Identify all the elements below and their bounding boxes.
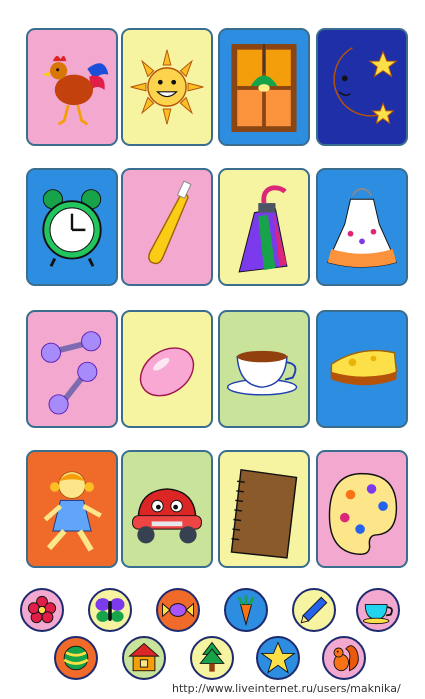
alarm-clock-icon bbox=[42, 189, 102, 267]
token-butterfly bbox=[88, 588, 132, 632]
token-cup bbox=[356, 588, 400, 632]
card-window bbox=[218, 28, 310, 146]
card-palette bbox=[316, 450, 408, 568]
token-carrot bbox=[224, 588, 268, 632]
card-teacup bbox=[218, 310, 310, 428]
token-candy bbox=[156, 588, 200, 632]
card-moon bbox=[316, 28, 408, 146]
toothpaste-icon bbox=[238, 185, 288, 273]
flower-icon bbox=[27, 595, 57, 624]
notebook-icon bbox=[230, 468, 298, 559]
sun-icon bbox=[130, 49, 204, 125]
card-sun bbox=[121, 28, 213, 146]
card-notebook bbox=[218, 450, 310, 568]
card-toothpaste bbox=[218, 168, 310, 286]
card-toothbrush bbox=[121, 168, 213, 286]
token-ball bbox=[54, 636, 98, 680]
window-icon bbox=[231, 43, 297, 132]
card-dumbbell bbox=[26, 310, 118, 428]
card-alarm-clock bbox=[26, 168, 118, 286]
squirrel-icon bbox=[333, 645, 359, 672]
cheese-icon bbox=[330, 349, 398, 386]
palette-icon bbox=[328, 472, 398, 555]
toothbrush-icon bbox=[148, 180, 192, 265]
token-flower bbox=[20, 588, 64, 632]
butterfly-icon bbox=[95, 598, 125, 622]
card-cheese bbox=[316, 310, 408, 428]
card-soap bbox=[121, 310, 213, 428]
ball-icon bbox=[63, 645, 89, 671]
soap-icon bbox=[139, 347, 195, 397]
card-girl bbox=[26, 450, 118, 568]
watermark-url: http://www.liveinternet.ru/users/maknika… bbox=[172, 682, 401, 695]
card-rooster bbox=[26, 28, 118, 146]
token-house bbox=[122, 636, 166, 680]
card-apron bbox=[316, 168, 408, 286]
card-car bbox=[121, 450, 213, 568]
car-icon bbox=[132, 488, 202, 544]
pencil-icon bbox=[300, 596, 328, 624]
carrot-icon bbox=[237, 595, 255, 627]
tree-icon bbox=[199, 641, 225, 672]
cup-icon bbox=[363, 604, 393, 625]
moon-icon bbox=[333, 47, 398, 125]
girl-icon bbox=[43, 471, 102, 552]
token-pencil bbox=[292, 588, 336, 632]
apron-icon bbox=[326, 187, 398, 268]
token-tree bbox=[190, 636, 234, 680]
dumbbell-icon bbox=[40, 331, 102, 415]
candy-icon bbox=[162, 602, 194, 618]
house-icon bbox=[128, 642, 160, 672]
teacup-icon bbox=[226, 350, 298, 396]
rooster-icon bbox=[42, 55, 109, 126]
token-star bbox=[256, 636, 300, 680]
token-squirrel bbox=[322, 636, 366, 680]
star-icon bbox=[260, 641, 296, 674]
